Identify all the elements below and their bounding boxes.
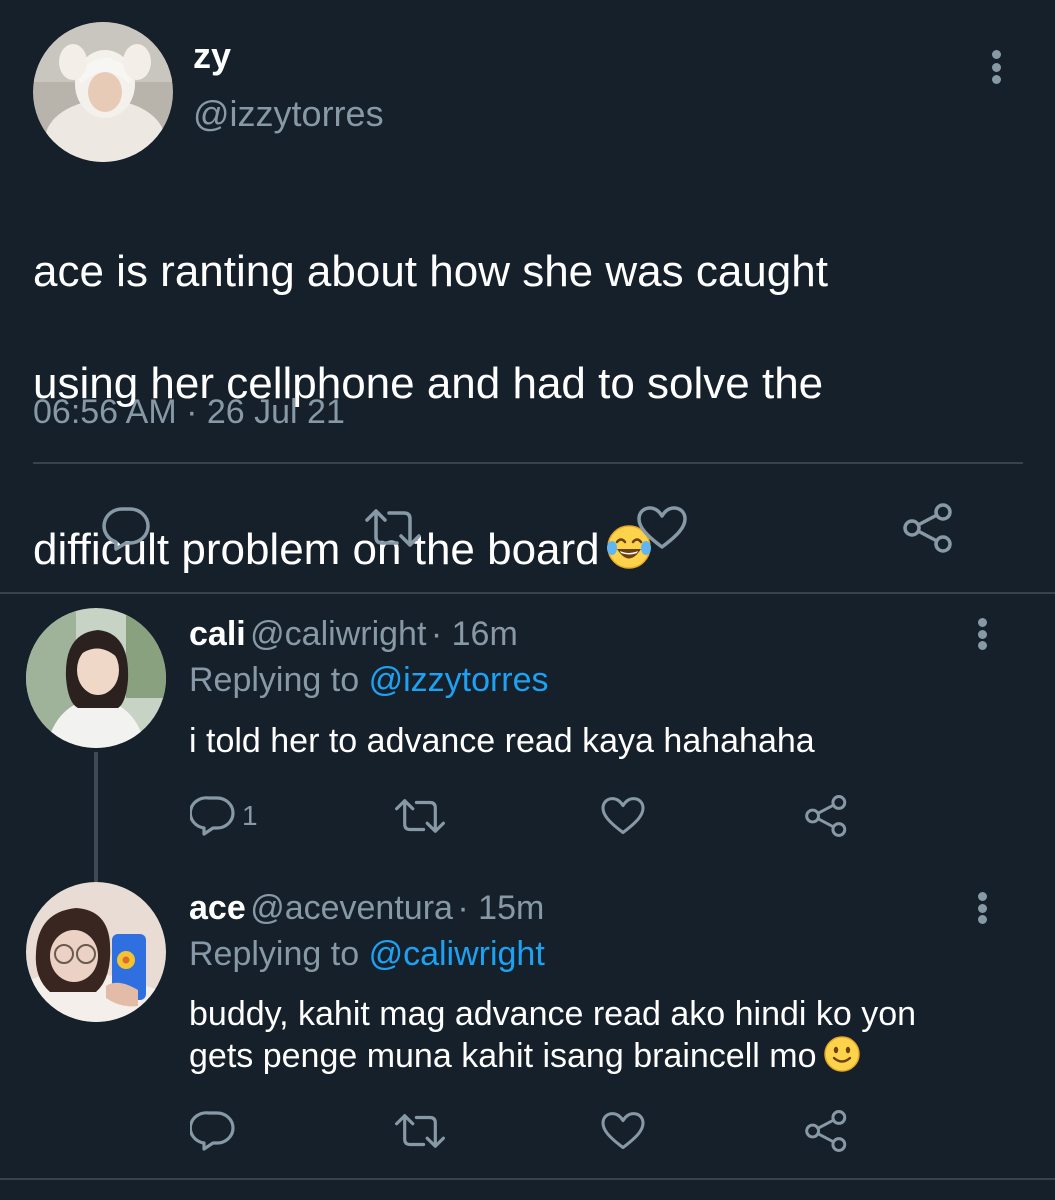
like-icon[interactable]: [600, 796, 646, 836]
slightly-smiling-emoji-icon: [823, 1035, 861, 1083]
replying-to-mention[interactable]: @caliwright: [369, 935, 545, 973]
reply-time: · 15m: [457, 889, 545, 927]
like-icon[interactable]: [636, 505, 688, 551]
reply-author-name[interactable]: cali: [189, 615, 246, 653]
replying-to-mention[interactable]: @izzytorres: [369, 661, 549, 699]
share-icon[interactable]: [804, 1109, 850, 1153]
like-icon[interactable]: [600, 1111, 646, 1151]
more-vertical-icon[interactable]: [990, 50, 1002, 84]
share-icon[interactable]: [902, 502, 956, 554]
tweet-timestamp[interactable]: 06:56 AM · 26 Jul 21: [33, 390, 345, 434]
avatar-photo: [26, 608, 166, 748]
share-icon[interactable]: [804, 794, 850, 838]
reply-text-line: gets penge muna kahit isang braincell mo: [189, 1035, 1009, 1083]
reply-avatar[interactable]: [26, 882, 166, 1022]
thread-line: [94, 752, 98, 882]
tweet-text-line: ace is ranting about how she was caught: [33, 247, 828, 296]
divider: [33, 462, 1023, 464]
reply-count: 1: [242, 800, 258, 831]
divider: [0, 1178, 1055, 1180]
reply-author-handle[interactable]: @aceventura: [250, 889, 453, 927]
reply-icon[interactable]: [190, 1110, 236, 1152]
retweet-icon[interactable]: [393, 1110, 447, 1152]
reply-icon[interactable]: [190, 795, 236, 837]
replying-to-label: Replying to: [189, 935, 360, 973]
author-avatar[interactable]: [33, 22, 173, 162]
reply-icon[interactable]: [100, 505, 152, 551]
reply-header: ace @aceventura · 15m: [189, 886, 544, 937]
reply-author-name[interactable]: ace: [189, 889, 246, 927]
divider: [0, 592, 1055, 594]
retweet-icon[interactable]: [393, 795, 447, 837]
retweet-icon[interactable]: [363, 505, 423, 551]
reply-header: cali @caliwright · 16m: [189, 612, 518, 663]
replying-to: Replying to @izzytorres: [189, 658, 549, 702]
reply-text-segment: gets penge muna kahit isang braincell mo: [189, 1037, 817, 1075]
reply-time: · 16m: [430, 615, 518, 653]
reply-author-handle[interactable]: @caliwright: [250, 615, 426, 653]
more-vertical-icon[interactable]: [976, 892, 988, 924]
avatar-photo: [33, 22, 173, 162]
author-name[interactable]: zy: [193, 34, 231, 78]
replying-to: Replying to @caliwright: [189, 932, 545, 976]
more-vertical-icon[interactable]: [976, 618, 988, 650]
author-handle[interactable]: @izzytorres: [193, 92, 384, 136]
reply-text: buddy, kahit mag advance read ako hindi …: [189, 993, 1009, 1083]
reply-avatar[interactable]: [26, 608, 166, 748]
tweet-text-line: difficult problem on the board: [33, 468, 1023, 584]
reply-text-line: buddy, kahit mag advance read ako hindi …: [189, 995, 917, 1033]
replying-to-label: Replying to: [189, 661, 360, 699]
avatar-photo: [26, 882, 166, 1022]
reply-text: i told her to advance read kaya hahahaha: [189, 722, 815, 760]
